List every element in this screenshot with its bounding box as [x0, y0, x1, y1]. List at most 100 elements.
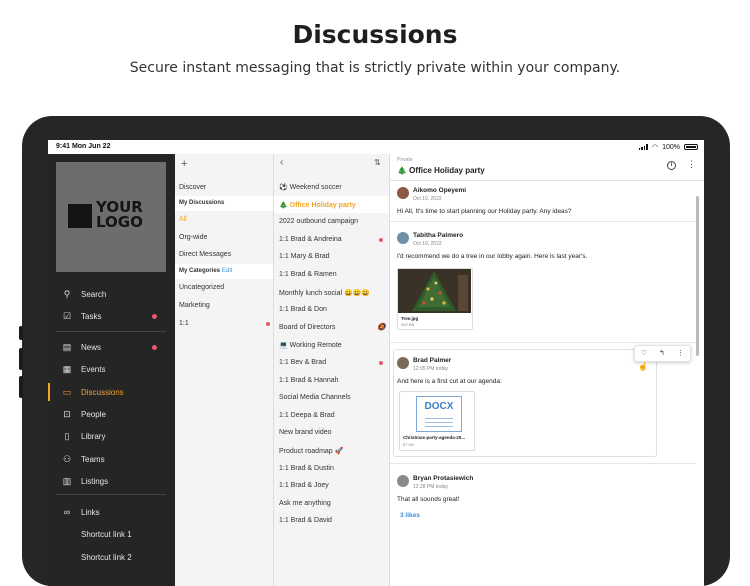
- wifi-icon: ◠: [651, 144, 659, 151]
- sidebar-item-teams[interactable]: ⚇ Teams: [48, 448, 175, 470]
- category-label: Discover: [179, 184, 207, 191]
- sidebar-item-tasks[interactable]: ☑ Tasks: [48, 305, 175, 327]
- avatar[interactable]: [397, 475, 409, 487]
- info-icon[interactable]: i: [667, 161, 676, 170]
- sidebar-item-shortcut-2[interactable]: Shortcut link 2: [48, 546, 175, 568]
- discussion-label: Social Media Channels: [279, 394, 351, 401]
- doc-line: [425, 426, 453, 427]
- section-label: My Categories: [179, 268, 221, 274]
- discussion-label: 💻 Working Remote: [279, 342, 342, 349]
- discussion-item[interactable]: Monthly lunch social 😀😀😀: [274, 284, 389, 301]
- tree-photo: [398, 269, 471, 313]
- sidebar-item-library[interactable]: ▯ Library: [48, 425, 175, 447]
- message-divider: [390, 342, 696, 343]
- discussion-item[interactable]: New brand video: [274, 424, 389, 441]
- message-time: 12:05 PM today: [413, 366, 449, 372]
- sidebar: YOUR LOGO ⚲ Search ☑ Tasks ▤ News ▦ Even…: [48, 154, 175, 586]
- discussion-item[interactable]: Social Media Channels: [274, 389, 389, 406]
- message-author[interactable]: Brad Palmer: [413, 357, 451, 364]
- sidebar-item-links[interactable]: ∞ Links: [48, 501, 175, 523]
- discussion-label: 1:1 Brad & Andreina: [279, 236, 342, 243]
- attachment-size: 302 KB: [401, 322, 415, 327]
- discussion-item[interactable]: Board of Directors 🔕: [274, 319, 389, 336]
- discussion-label: 1:1 Brad & Hannah: [279, 377, 339, 384]
- discussion-item[interactable]: 1:1 Brad & Dustin: [274, 460, 389, 477]
- sidebar-item-label: Discussions: [81, 388, 124, 397]
- battery-icon: [684, 144, 698, 150]
- logo-line-2: LOGO: [96, 213, 143, 231]
- edit-categories-link[interactable]: Edit: [222, 268, 232, 274]
- sidebar-item-listings[interactable]: ▥ Listings: [48, 470, 175, 492]
- discussion-item[interactable]: Product roadmap 🚀: [274, 442, 389, 459]
- discussion-item[interactable]: 💻 Working Remote: [274, 336, 389, 353]
- message-actions-toolbar: ♡ ↰ ⋮: [634, 345, 691, 362]
- discussion-item[interactable]: 1:1 Brad & Hannah: [274, 372, 389, 389]
- discussion-label: 1:1 Brad & David: [279, 517, 332, 524]
- discussion-item[interactable]: Ask me anything: [274, 495, 389, 512]
- reply-icon[interactable]: ↰: [659, 349, 665, 357]
- section-label: My Discussions: [179, 200, 225, 206]
- chevron-left-icon[interactable]: ‹: [280, 157, 283, 168]
- attachment-filename: Christmas-party-agenda-20...: [403, 435, 466, 440]
- message-author[interactable]: Bryan Protasiewich: [413, 475, 473, 482]
- category-direct-messages[interactable]: Direct Messages: [175, 247, 273, 262]
- sidebar-item-label: Teams: [81, 455, 105, 464]
- unread-badge: [379, 238, 383, 242]
- discussion-label: New brand video: [279, 429, 332, 436]
- category-uncategorized[interactable]: Uncategorized: [175, 280, 273, 295]
- file-attachment[interactable]: DOCX Christmas-party-agenda-20... 87 KB: [399, 391, 475, 451]
- more-vertical-icon[interactable]: ⋮: [677, 349, 684, 357]
- category-org-wide[interactable]: Org-wide: [175, 230, 273, 245]
- discussion-item[interactable]: ⚽ Weekend soccer: [274, 178, 389, 195]
- discussion-item[interactable]: 1:1 Brad & David: [274, 512, 389, 529]
- private-label: Private: [397, 157, 413, 163]
- discussion-item[interactable]: 1:1 Bev & Brad: [274, 354, 389, 371]
- image-attachment[interactable]: Tree.jpg 302 KB: [397, 268, 473, 330]
- sidebar-item-shortcut-1[interactable]: Shortcut link 1: [48, 523, 175, 545]
- discussion-item[interactable]: 2022 outbound campaign: [274, 213, 389, 230]
- discussion-item[interactable]: 1:1 Brad & Andreina: [274, 231, 389, 248]
- heart-icon[interactable]: ♡: [641, 349, 647, 357]
- sidebar-item-label: Links: [81, 508, 100, 517]
- discussion-label: 1:1 Brad & Dustin: [279, 465, 334, 472]
- section-header: My Categories Edit: [175, 264, 273, 279]
- category-one-on-one[interactable]: 1:1: [175, 316, 273, 331]
- doc-line: [425, 418, 453, 419]
- sidebar-item-discussions[interactable]: ▭ Discussions: [48, 381, 175, 403]
- plus-icon[interactable]: +: [181, 158, 187, 170]
- category-label: Marketing: [179, 302, 210, 309]
- category-all[interactable]: All: [175, 212, 273, 227]
- sidebar-item-news[interactable]: ▤ News: [48, 336, 175, 358]
- avatar[interactable]: [397, 232, 409, 244]
- discussion-item[interactable]: 1:1 Brad & Ramen: [274, 266, 389, 283]
- scrollbar[interactable]: [696, 196, 699, 356]
- message-author[interactable]: Tabitha Palmero: [413, 232, 463, 239]
- sidebar-divider: [56, 331, 166, 332]
- discussion-item[interactable]: 1:1 Mary & Brad: [274, 248, 389, 265]
- category-discover[interactable]: Discover: [175, 180, 273, 195]
- sidebar-item-label: Library: [81, 432, 106, 441]
- discussion-label: 1:1 Brad & Ramen: [279, 271, 337, 278]
- more-vertical-icon[interactable]: ⋮: [687, 159, 696, 170]
- sidebar-item-events[interactable]: ▦ Events: [48, 358, 175, 380]
- message-time: 12:28 PM today: [413, 484, 449, 490]
- discussion-item[interactable]: 🎄 Office Holiday party: [274, 196, 389, 213]
- discussion-item[interactable]: 1:1 Brad & Don: [274, 301, 389, 318]
- category-marketing[interactable]: Marketing: [175, 298, 273, 313]
- category-label: Org-wide: [179, 234, 208, 241]
- sidebar-item-people[interactable]: ⊡ People: [48, 403, 175, 425]
- likes-count[interactable]: 3 likes: [400, 512, 420, 519]
- discussion-item[interactable]: 1:1 Deepa & Brad: [274, 407, 389, 424]
- discussion-label: 1:1 Brad & Don: [279, 306, 327, 313]
- message-author[interactable]: Aikomo Opeyemi: [413, 187, 466, 194]
- discussion-item[interactable]: 1:1 Brad & Joey: [274, 477, 389, 494]
- sidebar-item-label: News: [81, 343, 102, 352]
- avatar[interactable]: [397, 187, 409, 199]
- sidebar-item-label: Shortcut link 1: [81, 530, 132, 539]
- sidebar-item-label: Shortcut link 2: [81, 553, 132, 562]
- avatar[interactable]: [397, 357, 409, 369]
- person-icon: ⊡: [63, 409, 71, 419]
- company-logo: YOUR LOGO: [56, 162, 166, 272]
- sidebar-item-search[interactable]: ⚲ Search: [48, 283, 175, 305]
- sort-icon[interactable]: ⇅: [374, 158, 381, 167]
